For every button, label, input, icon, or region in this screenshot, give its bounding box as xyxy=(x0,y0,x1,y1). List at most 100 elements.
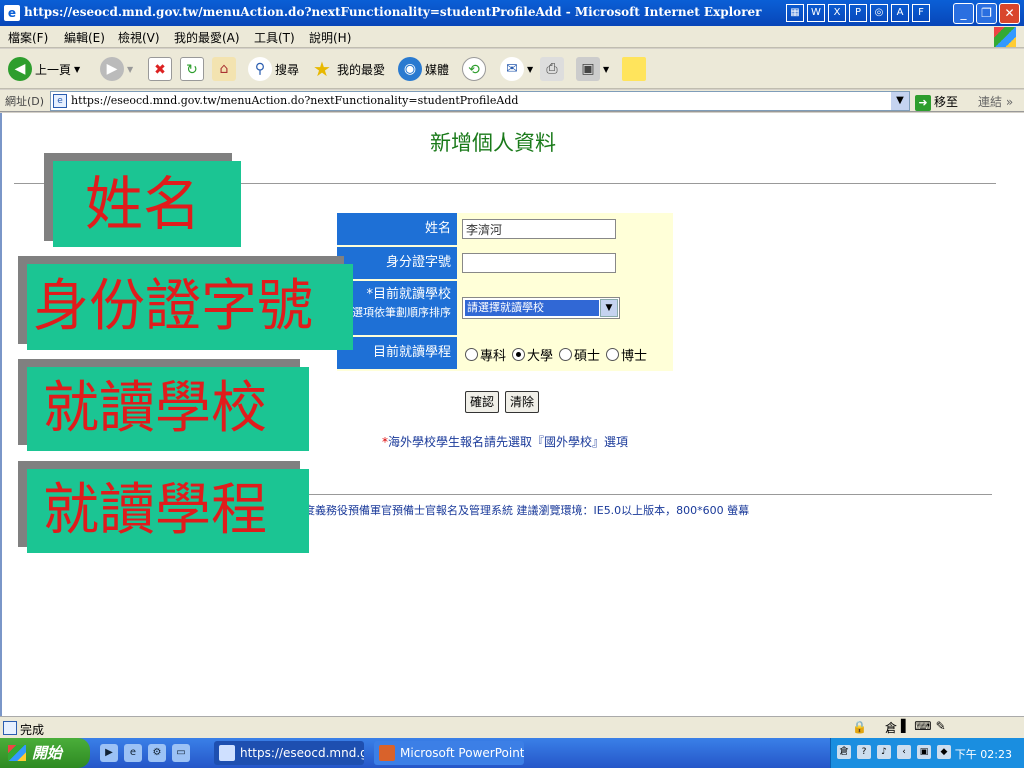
links-button[interactable]: 連結 » xyxy=(978,93,1013,110)
back-button[interactable]: ◀ 上一頁 ▼ xyxy=(8,55,80,83)
windows-flag-icon xyxy=(8,745,26,761)
mail-button[interactable]: ✉ ▼ xyxy=(500,55,533,83)
menu-favorites[interactable]: 我的最愛(A) xyxy=(174,29,240,46)
home-icon: ⌂ xyxy=(212,57,236,81)
school-label: *目前就讀學校 (選項依筆劃順序排序 xyxy=(337,281,457,335)
word-icon[interactable]: W xyxy=(807,4,825,22)
ie-quicklaunch-icon[interactable]: e xyxy=(124,744,142,762)
radio-university[interactable] xyxy=(512,348,526,361)
profile-form: 姓名 身分證字號 *目前就讀學校 (選項依筆劃順序排序 請選擇就讀學校 ▼ 目前… xyxy=(337,213,673,371)
menu-tools[interactable]: 工具(T) xyxy=(254,29,295,46)
network-icon[interactable]: ▣ xyxy=(917,745,931,759)
minimize-button[interactable]: _ xyxy=(953,3,974,24)
windows-logo-icon xyxy=(994,27,1016,47)
radio-master[interactable] xyxy=(559,348,573,361)
start-button[interactable]: 開始 xyxy=(0,738,90,768)
refresh-button[interactable]: ↻ xyxy=(180,55,204,83)
name-input[interactable] xyxy=(462,219,616,239)
antivirus-icon[interactable]: ◆ xyxy=(937,745,951,759)
notes-button[interactable] xyxy=(622,55,646,83)
chevron-down-icon[interactable]: ▼ xyxy=(600,299,618,317)
radio-doctor-label: 博士 xyxy=(621,349,648,364)
frontpage-icon[interactable]: F xyxy=(912,4,930,22)
powerpoint-icon[interactable]: P xyxy=(849,4,867,22)
menu-file[interactable]: 檔案(F) xyxy=(8,29,48,46)
outlook-icon[interactable]: ◎ xyxy=(870,4,888,22)
go-label: 移至 xyxy=(934,95,959,109)
tools-icon[interactable]: ⚙ xyxy=(148,744,166,762)
program-option-university[interactable]: 大學 xyxy=(512,345,553,364)
ime-icon[interactable]: 倉 xyxy=(885,719,897,736)
address-dropdown-icon[interactable]: ▼ xyxy=(891,92,909,110)
star-icon: ★ xyxy=(313,57,331,81)
go-arrow-icon: ➜ xyxy=(915,95,931,111)
lock-icon: 🔒 xyxy=(852,720,867,734)
close-button[interactable]: ✕ xyxy=(999,3,1020,24)
menu-view[interactable]: 檢視(V) xyxy=(118,29,160,46)
start-label: 開始 xyxy=(32,744,63,762)
media-button[interactable]: ◉ 媒體 xyxy=(398,55,449,83)
menu-help[interactable]: 說明(H) xyxy=(309,29,351,46)
home-button[interactable]: ⌂ xyxy=(212,55,236,83)
media-player-icon[interactable]: ▶ xyxy=(100,744,118,762)
globe-icon: ◉ xyxy=(398,57,422,81)
quick-launch: ▶ e ⚙ ▭ xyxy=(100,744,190,762)
forward-dropdown-icon[interactable]: ▼ xyxy=(127,65,133,74)
expand-tray-icon[interactable]: ‹ xyxy=(897,745,911,759)
favorites-button[interactable]: ★ 我的最愛 xyxy=(310,55,385,83)
edit-icon: ▣ xyxy=(576,57,600,81)
search-label: 搜尋 xyxy=(275,62,300,77)
go-button[interactable]: ➜ 移至 xyxy=(915,93,958,111)
stop-button[interactable]: ✖ xyxy=(148,55,172,83)
radio-doctor[interactable] xyxy=(606,348,620,361)
favorites-label: 我的最愛 xyxy=(337,62,386,77)
keyboard-icon[interactable]: ⌨ xyxy=(914,719,931,736)
halfwidth-icon[interactable]: ▌ xyxy=(901,719,910,736)
program-radio-group: 專科 大學 碩士 博士 xyxy=(465,345,653,364)
id-input[interactable] xyxy=(462,253,616,273)
desktop-icon[interactable]: ▭ xyxy=(172,744,190,762)
forward-button[interactable]: ▶ ▼ xyxy=(100,55,133,83)
program-option-doctor[interactable]: 博士 xyxy=(606,345,647,364)
address-input[interactable]: e https://eseocd.mnd.gov.tw/menuAction.d… xyxy=(50,91,910,111)
school-select[interactable]: 請選擇就讀學校 ▼ xyxy=(462,297,620,319)
system-tray: 倉 ? ♪ ‹ ▣ ◆ 下午 02:23 xyxy=(830,738,1024,768)
language-bar: 倉 ▌ ⌨ ✎ xyxy=(885,719,946,736)
program-option-master[interactable]: 碩士 xyxy=(559,345,600,364)
ime-pad-icon[interactable]: ✎ xyxy=(936,719,946,736)
sticky-note-icon xyxy=(622,57,646,81)
program-row: 目前就讀學程 專科 大學 碩士 博士 xyxy=(337,337,673,371)
edit-dropdown-icon[interactable]: ▼ xyxy=(603,65,609,74)
history-icon: ⟲ xyxy=(462,57,486,81)
office-app-icon[interactable]: ▦ xyxy=(786,4,804,22)
back-label: 上一頁 xyxy=(35,62,72,77)
radio-associate[interactable] xyxy=(465,348,478,361)
volume-icon[interactable]: ♪ xyxy=(877,745,891,759)
ime-tray-icon[interactable]: 倉 xyxy=(837,745,851,759)
edit-button[interactable]: ▣ ▼ xyxy=(576,55,609,83)
task-powerpoint[interactable]: Microsoft PowerPoint ... xyxy=(374,741,524,765)
address-url[interactable]: https://eseocd.mnd.gov.tw/menuAction.do?… xyxy=(71,94,518,107)
help-icon[interactable]: ? xyxy=(857,745,871,759)
forward-arrow-icon: ▶ xyxy=(100,57,124,81)
mail-dropdown-icon[interactable]: ▼ xyxy=(527,65,533,74)
maximize-button[interactable]: ❐ xyxy=(976,3,997,24)
name-label: 姓名 xyxy=(337,213,457,245)
address-label: 網址(D) xyxy=(5,95,45,108)
clear-button[interactable]: 清除 xyxy=(505,391,540,413)
back-dropdown-icon[interactable]: ▼ xyxy=(74,65,80,74)
confirm-button[interactable]: 確認 xyxy=(465,391,500,413)
back-arrow-icon: ◀ xyxy=(8,57,32,81)
search-button[interactable]: ⚲ 搜尋 xyxy=(248,55,299,83)
access-icon[interactable]: A xyxy=(891,4,909,22)
task-powerpoint-label: Microsoft PowerPoint ... xyxy=(400,746,524,760)
program-option-associate[interactable]: 專科 xyxy=(465,345,506,364)
id-row: 身分證字號 xyxy=(337,247,673,281)
excel-icon[interactable]: X xyxy=(828,4,846,22)
menu-edit[interactable]: 編輯(E) xyxy=(64,29,105,46)
print-button[interactable]: ⎙ xyxy=(540,55,564,83)
school-hint: (選項依筆劃順序排序 xyxy=(347,306,451,319)
history-button[interactable]: ⟲ xyxy=(462,55,486,83)
stop-icon: ✖ xyxy=(148,57,172,81)
task-ie[interactable]: https://eseocd.mnd.gov... xyxy=(214,741,364,765)
